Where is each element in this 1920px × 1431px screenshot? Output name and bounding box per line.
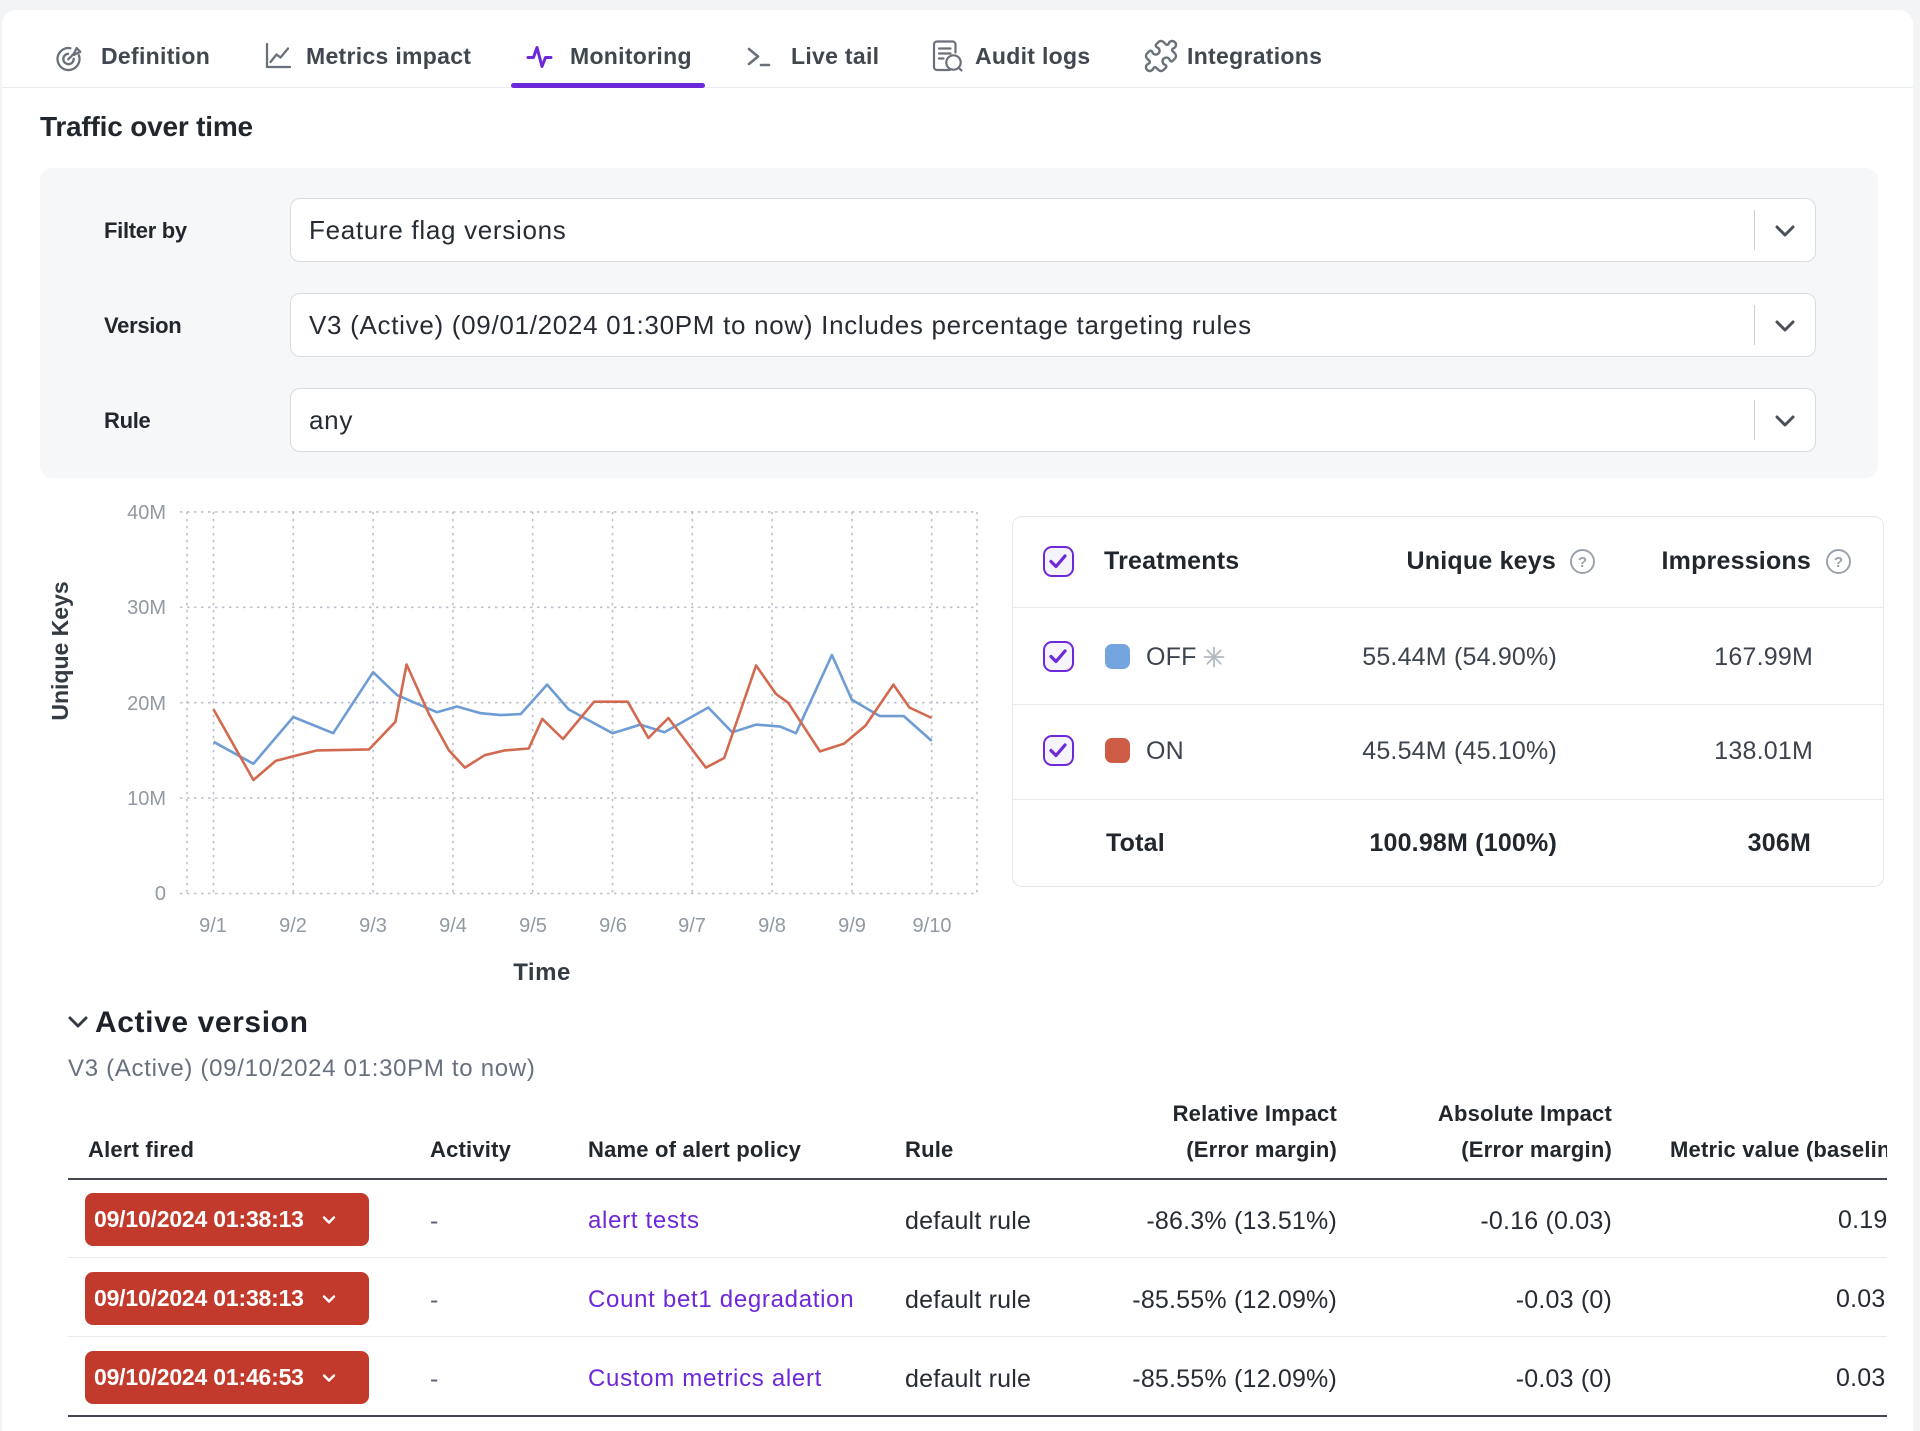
svg-text:9/4: 9/4	[439, 915, 467, 937]
svg-text:9/3: 9/3	[359, 915, 387, 937]
svg-text:?: ?	[1834, 554, 1843, 571]
svg-text:0: 0	[155, 883, 166, 905]
svg-text:40M: 40M	[127, 502, 166, 524]
svg-text:Time: Time	[513, 959, 571, 986]
svg-text:20M: 20M	[127, 693, 166, 715]
svg-text:9/1: 9/1	[199, 915, 227, 937]
svg-text:Unique Keys: Unique Keys	[47, 581, 73, 720]
svg-text:9/6: 9/6	[599, 915, 627, 937]
svg-text:9/9: 9/9	[838, 915, 866, 937]
svg-text:9/5: 9/5	[519, 915, 547, 937]
svg-text:9/7: 9/7	[678, 915, 706, 937]
svg-text:9/10: 9/10	[913, 915, 952, 937]
svg-text:10M: 10M	[127, 788, 166, 810]
svg-text:30M: 30M	[127, 597, 166, 619]
svg-text:9/8: 9/8	[758, 915, 786, 937]
svg-text:9/2: 9/2	[279, 915, 307, 937]
